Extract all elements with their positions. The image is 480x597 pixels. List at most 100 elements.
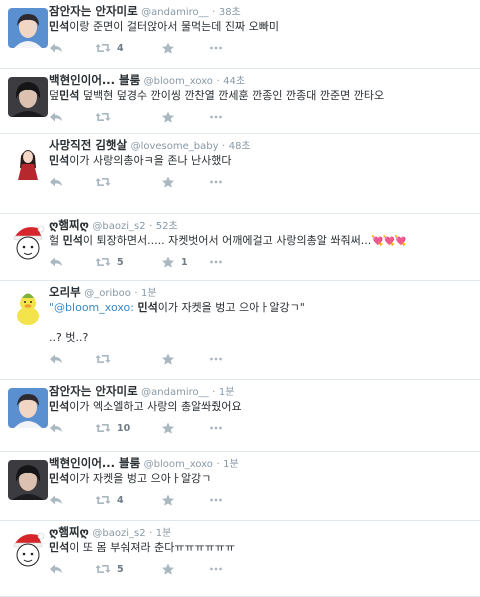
user-name[interactable]: 잠안자는 안자미로 — [49, 384, 138, 398]
favorite-button[interactable] — [161, 175, 181, 189]
user-name[interactable]: ღ햄찌ღ — [49, 218, 89, 232]
reply-button[interactable] — [49, 352, 63, 366]
tweet-actions — [49, 175, 349, 189]
more-button[interactable] — [209, 562, 223, 576]
favorite-button[interactable] — [161, 493, 181, 507]
timestamp[interactable]: 38초 — [219, 7, 241, 18]
reply-button[interactable] — [49, 493, 63, 507]
timestamp[interactable]: 1분 — [141, 288, 157, 299]
retweet-button[interactable] — [95, 175, 117, 189]
more-button[interactable] — [209, 421, 223, 435]
tweet-item[interactable]: ღ햄찌ღ @baozi_s2 · 52초 헐 민석이 퇴장하면서..... 자켓벗… — [0, 214, 480, 281]
retweet-button[interactable]: 5 — [95, 255, 124, 269]
favorite-button[interactable] — [161, 110, 181, 124]
retweet-button[interactable]: 4 — [95, 493, 124, 507]
more-icon — [209, 563, 223, 575]
avatar[interactable] — [8, 77, 48, 117]
tweet-text-line: "@bloom_xoxo: 민석이가 자켓을 벙고 으아ㅏ알강ㄱ" — [49, 300, 474, 315]
retweet-count: 5 — [117, 563, 124, 575]
favorite-button[interactable] — [161, 352, 181, 366]
retweet-button[interactable] — [95, 352, 117, 366]
retweet-count: 10 — [117, 422, 131, 434]
timestamp[interactable]: 52초 — [156, 221, 178, 232]
tweet-item[interactable]: 잠안자는 안자미로 @andamiro__ · 38초 민석이랑 준면이 걸터앉아… — [0, 0, 480, 69]
timestamp[interactable]: 44초 — [223, 76, 245, 87]
avatar[interactable] — [8, 460, 48, 500]
user-handle[interactable]: @bloom_xoxo — [144, 76, 213, 87]
user-handle[interactable]: @andamiro__ — [141, 7, 208, 18]
timestamp[interactable]: 1분 — [156, 528, 172, 539]
retweet-button[interactable] — [95, 110, 117, 124]
user-name[interactable]: 잠안자는 안자미로 — [49, 4, 138, 18]
tweet-item[interactable]: 오리부 @_oriboo · 1분 "@bloom_xoxo: 민석이가 자켓을 … — [0, 281, 480, 380]
user-name[interactable]: 사망직전 김햇살 — [49, 138, 127, 152]
favorite-button[interactable] — [161, 562, 181, 576]
favorite-count: 1 — [181, 256, 188, 268]
user-handle[interactable]: @_oriboo — [84, 288, 131, 299]
tweet-header: ღ햄찌ღ @baozi_s2 · 1분 — [49, 525, 171, 541]
retweet-button[interactable]: 4 — [95, 41, 124, 55]
avatar[interactable] — [8, 529, 48, 569]
more-button[interactable] — [209, 493, 223, 507]
timestamp[interactable]: 48초 — [229, 141, 251, 152]
tweet-item[interactable]: 백현인이어... 블룸 @bloom_xoxo · 1분 민석이가 자켓을 벙고 … — [0, 452, 480, 521]
retweet-icon — [95, 563, 111, 575]
tweet-text-line: 민석이가 엑소엘하고 사랑의 총알쏴줬어요 — [49, 399, 474, 414]
avatar[interactable] — [8, 8, 48, 48]
reply-button[interactable] — [49, 41, 63, 55]
avatar[interactable] — [8, 388, 48, 428]
more-icon — [209, 42, 223, 54]
tweet-header: 백현인이어... 블룸 @bloom_xoxo · 1분 — [49, 456, 239, 472]
tweet-item[interactable]: ღ햄찌ღ @baozi_s2 · 1분 민석이 또 몸 부숴져라 춘다ㅠㅠㅠㅠㅠㅠ… — [0, 521, 480, 597]
retweet-icon — [95, 353, 111, 365]
retweet-icon — [95, 42, 111, 54]
user-name[interactable]: 오리부 — [49, 285, 81, 299]
tweet-text: 헐 민석이 퇴장하면서..... 자켓벗어서 어깨에걸고 사랑의총알 쏴줘써..… — [49, 233, 474, 249]
more-button[interactable] — [209, 41, 223, 55]
retweet-button[interactable]: 10 — [95, 421, 130, 435]
star-icon — [161, 563, 175, 575]
more-button[interactable] — [209, 110, 223, 124]
text-content: 이가 엑소엘하고 사랑의 총알쏴줬어요 — [69, 400, 242, 413]
separator-dot: · — [216, 76, 220, 87]
separator-dot: · — [212, 7, 216, 18]
favorite-button[interactable]: 1 — [161, 255, 188, 269]
tweet-item[interactable]: 잠안자는 안자미로 @andamiro__ · 1분 민석이가 엑소엘하고 사랑의… — [0, 380, 480, 452]
reply-button[interactable] — [49, 110, 63, 124]
tweet-item[interactable]: 백현인이어... 블룸 @bloom_xoxo · 44초 덮민석 덮백현 덮경수… — [0, 69, 480, 134]
timestamp[interactable]: 1분 — [219, 387, 235, 398]
user-name[interactable]: 백현인이어... 블룸 — [49, 73, 140, 87]
tweet-text: 민석이랑 준면이 걸터앉아서 물먹는데 진짜 오빠미 — [49, 19, 474, 34]
tweet-item[interactable]: 사망직전 김햇살 @lovesome_baby · 48초 민석이가 사랑의총아ㅋ… — [0, 134, 480, 214]
user-name[interactable]: ღ햄찌ღ — [49, 525, 89, 539]
user-handle[interactable]: @lovesome_baby — [131, 141, 219, 152]
user-handle[interactable]: @bloom_xoxo — [144, 459, 213, 470]
tweet-actions — [49, 110, 349, 124]
more-button[interactable] — [209, 255, 223, 269]
reply-button[interactable] — [49, 255, 63, 269]
user-handle[interactable]: @baozi_s2 — [92, 528, 145, 539]
reply-button[interactable] — [49, 562, 63, 576]
more-button[interactable] — [209, 352, 223, 366]
avatar[interactable] — [8, 142, 48, 182]
favorite-button[interactable] — [161, 41, 181, 55]
avatar[interactable] — [8, 289, 48, 329]
reply-button[interactable] — [49, 421, 63, 435]
retweet-icon — [95, 494, 111, 506]
user-handle[interactable]: @andamiro__ — [141, 387, 208, 398]
user-name[interactable]: 백현인이어... 블룸 — [49, 456, 140, 470]
tweet-text: 민석이가 사랑의총아ㅋ을 존나 난사했다 — [49, 153, 474, 168]
tweet-text-line — [49, 315, 474, 330]
avatar[interactable] — [8, 222, 48, 262]
reply-icon — [49, 353, 63, 365]
mention-link[interactable]: "@bloom_xoxo: — [49, 301, 134, 314]
more-icon — [209, 494, 223, 506]
tweet-header: 잠안자는 안자미로 @andamiro__ · 38초 — [49, 4, 241, 20]
more-button[interactable] — [209, 175, 223, 189]
tweet-actions: 4 — [49, 493, 349, 507]
timestamp[interactable]: 1분 — [223, 459, 239, 470]
favorite-button[interactable] — [161, 421, 181, 435]
reply-button[interactable] — [49, 175, 63, 189]
retweet-button[interactable]: 5 — [95, 562, 124, 576]
user-handle[interactable]: @baozi_s2 — [92, 221, 145, 232]
